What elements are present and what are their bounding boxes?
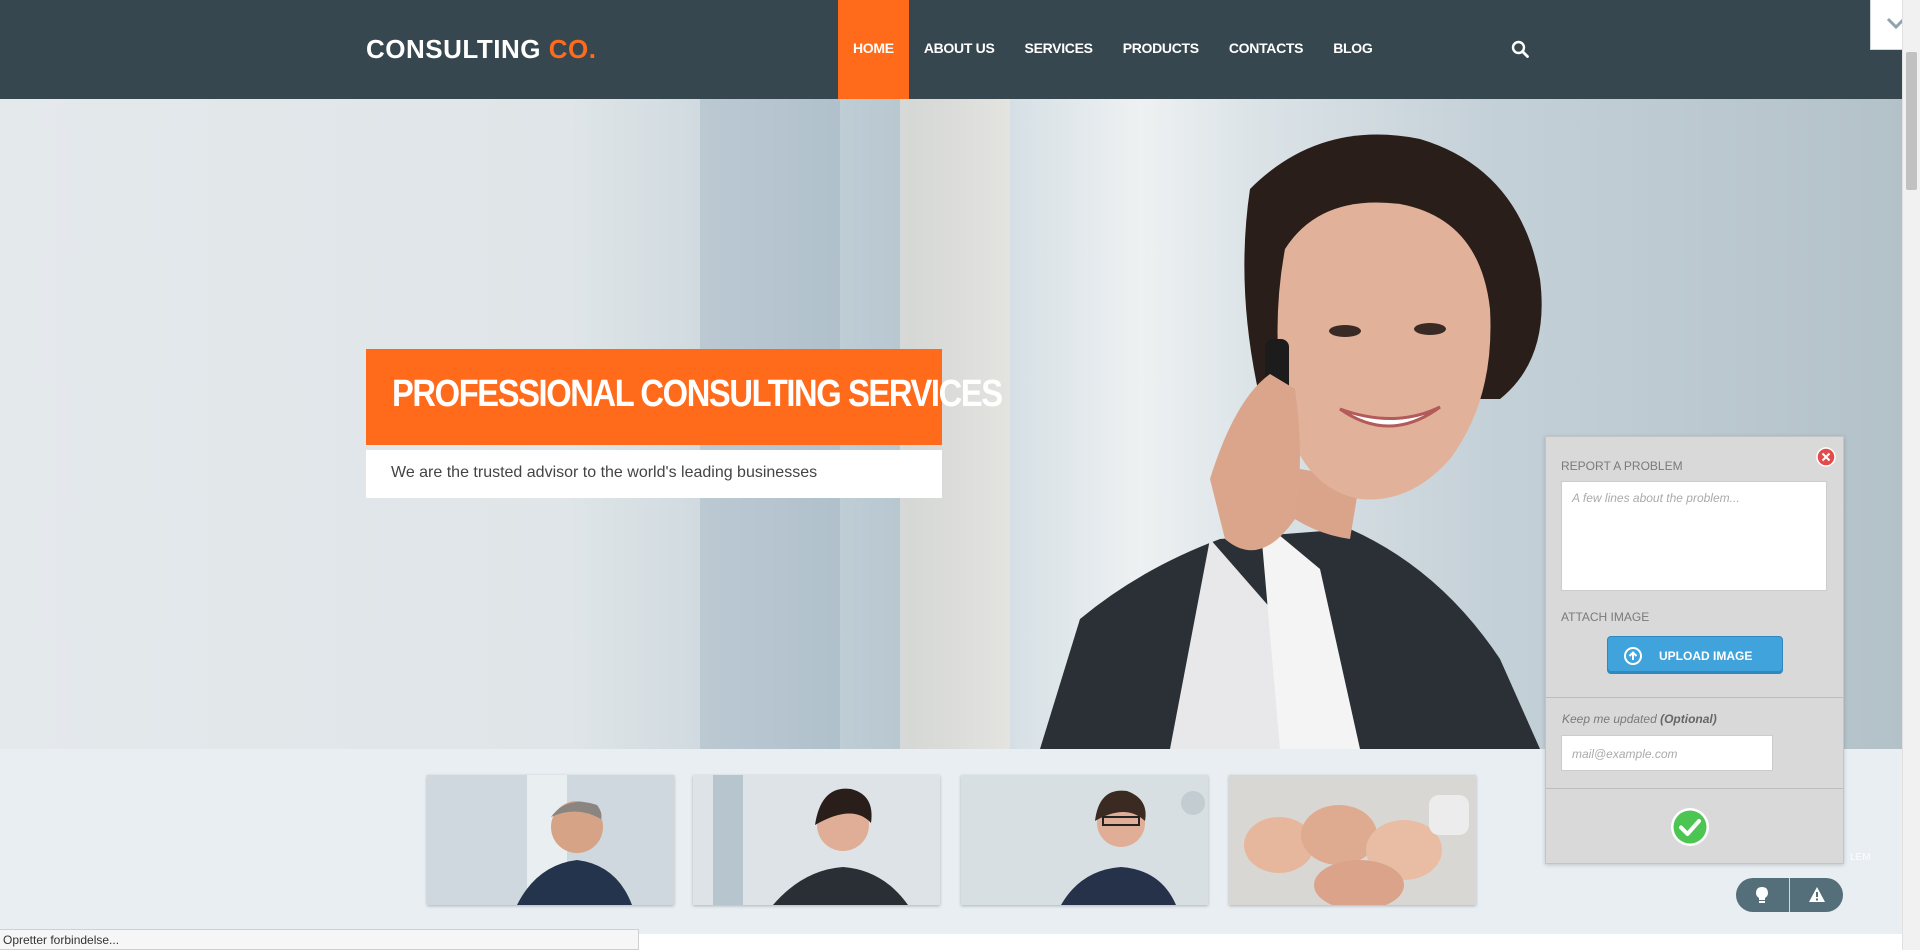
divider bbox=[1546, 697, 1843, 698]
page-footer-strip bbox=[639, 934, 1902, 950]
main-nav: HOME ABOUT US SERVICES PRODUCTS CONTACTS… bbox=[838, 0, 1387, 99]
report-problem-label: REPORT A PROBLEM bbox=[1561, 459, 1683, 473]
logo-text: CONSULTING bbox=[366, 34, 541, 64]
hero-title: PROFESSIONAL CONSULTING SERVICES bbox=[392, 373, 1003, 415]
thumbnail-row bbox=[427, 775, 1476, 905]
page-scrollbar[interactable] bbox=[1902, 0, 1920, 950]
search-icon[interactable] bbox=[1511, 40, 1529, 58]
close-icon[interactable] bbox=[1816, 447, 1836, 467]
divider bbox=[1546, 788, 1843, 789]
upload-image-button[interactable]: UPLOAD IMAGE bbox=[1607, 636, 1783, 674]
thumbnail-woman-phone[interactable] bbox=[693, 775, 940, 905]
report-problem-panel: REPORT A PROBLEM A few lines about the p… bbox=[1545, 436, 1844, 864]
site-logo[interactable]: CONSULTING CO. bbox=[366, 34, 596, 65]
thumbnail-thumbs-up[interactable] bbox=[1229, 775, 1476, 905]
submit-check-icon[interactable] bbox=[1670, 807, 1710, 852]
hero-subtitle: We are the trusted advisor to the world'… bbox=[391, 464, 818, 481]
nav-services[interactable]: SERVICES bbox=[1010, 0, 1108, 99]
hero-subtitle-box: We are the trusted advisor to the world'… bbox=[366, 450, 942, 498]
upload-arrow-icon bbox=[1624, 647, 1642, 668]
report-hint-text: LEM bbox=[1850, 852, 1871, 863]
scrollbar-thumb[interactable] bbox=[1906, 52, 1917, 190]
keep-updated-text: Keep me updated bbox=[1562, 712, 1657, 726]
site-header: CONSULTING CO. HOME ABOUT US SERVICES PR… bbox=[0, 0, 1902, 99]
thumbnail-woman-glasses[interactable] bbox=[961, 775, 1208, 905]
nav-products[interactable]: PRODUCTS bbox=[1108, 0, 1214, 99]
upload-image-label: UPLOAD IMAGE bbox=[1659, 649, 1753, 663]
browser-status-bar: Opretter forbindelse... bbox=[0, 929, 639, 950]
thumbnail-businessman[interactable] bbox=[427, 775, 674, 905]
feedback-tab-group bbox=[1736, 878, 1843, 912]
optional-text: (Optional) bbox=[1660, 712, 1717, 726]
nav-blog[interactable]: BLOG bbox=[1318, 0, 1387, 99]
problem-description-input[interactable]: A few lines about the problem... bbox=[1561, 481, 1827, 591]
logo-accent: CO. bbox=[548, 34, 597, 64]
hero-title-box: PROFESSIONAL CONSULTING SERVICES bbox=[366, 349, 1003, 445]
email-input[interactable]: mail@example.com bbox=[1561, 735, 1773, 771]
nav-contacts[interactable]: CONTACTS bbox=[1214, 0, 1318, 99]
keep-updated-label: Keep me updated (Optional) bbox=[1562, 712, 1717, 726]
attach-image-label: ATTACH IMAGE bbox=[1561, 610, 1650, 624]
nav-about-us[interactable]: ABOUT US bbox=[909, 0, 1010, 99]
nav-home[interactable]: HOME bbox=[838, 0, 909, 99]
report-problem-tab[interactable] bbox=[1789, 878, 1842, 912]
idea-tab[interactable] bbox=[1736, 878, 1789, 912]
